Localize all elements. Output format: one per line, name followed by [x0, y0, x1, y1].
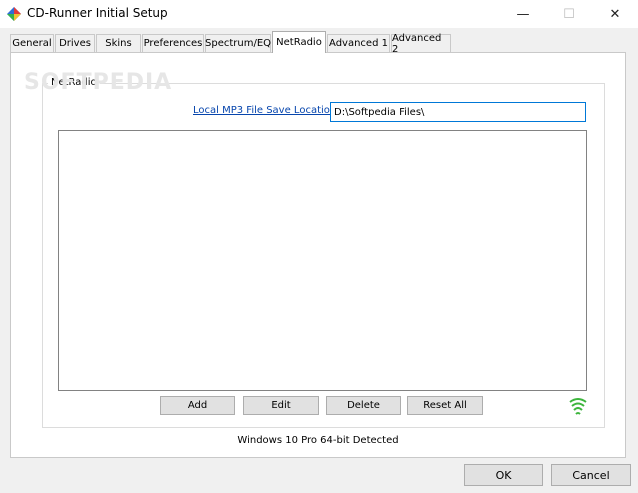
ok-button[interactable]: OK	[464, 464, 543, 486]
wifi-signal-icon	[569, 398, 587, 415]
tab-preferences[interactable]: Preferences	[142, 34, 204, 52]
app-icon	[7, 7, 21, 21]
cancel-button[interactable]: Cancel	[551, 464, 631, 486]
station-list[interactable]	[58, 130, 587, 391]
add-button[interactable]: Add	[160, 396, 235, 415]
setup-window: CD-Runner Initial Setup — ☐ ✕ General Dr…	[0, 0, 638, 493]
minimize-button[interactable]: —	[500, 0, 546, 28]
save-location-link[interactable]: Local MP3 File Save Location	[193, 105, 336, 116]
tab-advanced-2[interactable]: Advanced 2	[391, 33, 451, 55]
reset-all-button[interactable]: Reset All	[407, 396, 483, 415]
window-title: CD-Runner Initial Setup	[27, 6, 168, 20]
tab-skins[interactable]: Skins	[96, 34, 141, 52]
softpedia-watermark: SOFTPEDIA	[24, 70, 173, 95]
tab-spectrum-eq[interactable]: Spectrum/EQ	[205, 34, 271, 52]
delete-button[interactable]: Delete	[326, 396, 401, 415]
edit-button[interactable]: Edit	[243, 396, 319, 415]
save-location-input[interactable]	[330, 102, 586, 122]
tab-drives[interactable]: Drives	[55, 34, 95, 52]
tab-netradio[interactable]: NetRadio	[272, 31, 326, 53]
maximize-button[interactable]: ☐	[546, 0, 592, 28]
title-bar[interactable]: CD-Runner Initial Setup — ☐ ✕	[0, 0, 638, 28]
close-button[interactable]: ✕	[592, 0, 638, 28]
tab-advanced-1[interactable]: Advanced 1	[327, 34, 390, 52]
tab-general[interactable]: General	[10, 34, 54, 52]
netradio-panel: NetRadio Local MP3 File Save Location Ad…	[10, 52, 626, 458]
os-status-text: Windows 10 Pro 64-bit Detected	[237, 435, 399, 446]
